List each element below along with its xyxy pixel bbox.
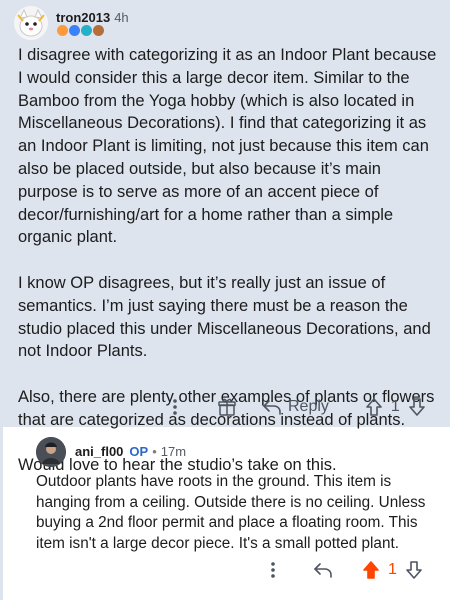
upvote-icon[interactable] [363, 393, 385, 421]
timestamp: 4h [114, 10, 129, 25]
reply-icon[interactable] [310, 556, 336, 584]
upvote-icon[interactable] [360, 556, 382, 584]
downvote-icon[interactable] [403, 556, 425, 584]
comment-paragraph: I disagree with categorizing it as an In… [18, 46, 437, 247]
comment-action-bar: Reply 1 [160, 393, 428, 421]
reply-author-row: ani_fl00 OP • 17m [75, 444, 186, 459]
vote-count: 1 [388, 561, 397, 578]
reply-button[interactable]: Reply [262, 398, 329, 416]
thread-line[interactable] [0, 427, 3, 600]
author-name[interactable]: tron2013 [56, 10, 110, 25]
avatar[interactable] [36, 437, 66, 467]
avatar[interactable] [14, 6, 48, 40]
comment-paragraph: I know OP disagrees, but it’s really jus… [18, 273, 431, 361]
badge-icon [81, 25, 92, 36]
badge-icon [57, 25, 68, 36]
achievement-badges [57, 25, 104, 36]
comment-highlighted: tron2013 4h I disagree with categorizing … [0, 0, 450, 474]
author-row: tron2013 4h [56, 10, 129, 25]
badge-icon [93, 25, 104, 36]
reply-label: Reply [288, 398, 329, 415]
reply-body: Outdoor plants have roots in the ground.… [36, 473, 426, 552]
downvote-icon[interactable] [406, 393, 428, 421]
vote-count: 1 [390, 398, 400, 415]
badge-icon [69, 25, 80, 36]
reply-author-name[interactable]: ani_fl00 [75, 444, 123, 459]
reply-icon [262, 398, 282, 416]
more-vertical-icon[interactable] [160, 393, 190, 421]
reply-timestamp: 17m [160, 444, 187, 459]
reply-action-bar: 1 [258, 556, 425, 584]
separator: • [152, 444, 157, 459]
more-vertical-icon[interactable] [258, 556, 288, 584]
op-badge: OP [129, 444, 149, 459]
award-icon[interactable] [212, 393, 242, 421]
